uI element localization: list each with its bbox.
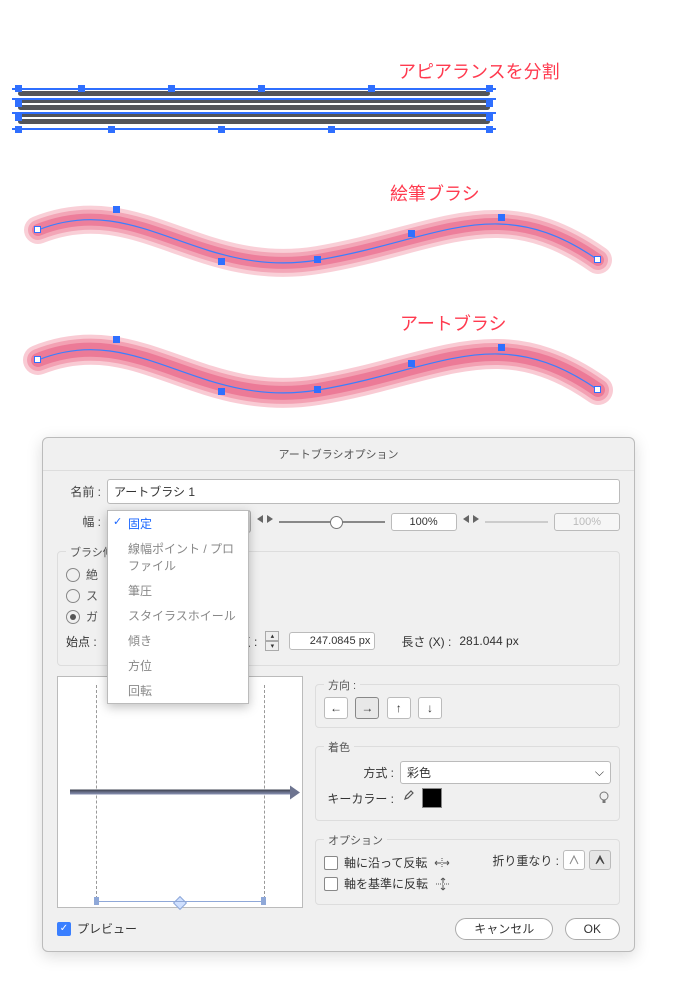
direction-label: 方向 : xyxy=(324,677,360,693)
start-label: 始点 : xyxy=(66,633,97,650)
overlap-label: 折り重なり : xyxy=(492,852,559,869)
method-label: 方式 : xyxy=(324,764,394,781)
dialog-title: アートブラシオプション xyxy=(43,438,634,471)
width-option-pressure[interactable]: 筆圧 xyxy=(108,578,248,603)
width-option-rotation[interactable]: 回転 xyxy=(108,678,248,703)
width-option-stylus-wheel[interactable]: スタイラスホイール xyxy=(108,603,248,628)
width-mode-dropdown: ✓ 固定 線幅ポイント / プロファイル 筆圧 スタイラスホイール 傾き 方位 … xyxy=(107,510,249,704)
eyedropper-icon[interactable] xyxy=(400,790,416,806)
check-icon: ✓ xyxy=(113,515,122,528)
direction-up-button[interactable]: ↑ xyxy=(387,697,411,719)
canvas-area: アピアランスを分割 絵筆ブラシ アートブラシ xyxy=(0,0,673,430)
flip-across-label: 軸を基準に反転 xyxy=(344,875,428,892)
width-option-tilt[interactable]: 傾き xyxy=(108,628,248,653)
colorization-label: 着色 xyxy=(324,739,354,755)
direction-left-button[interactable]: ← xyxy=(324,697,348,719)
bristle-brush-sample xyxy=(18,200,628,310)
width-option-profile[interactable]: 線幅ポイント / プロファイル xyxy=(108,536,248,578)
flip-across-checkbox[interactable] xyxy=(324,877,338,891)
direction-right-button[interactable]: → xyxy=(355,697,379,719)
preview-label: プレビュー xyxy=(77,920,137,937)
colorization-method-select[interactable]: 彩色 ⌵ xyxy=(400,761,611,784)
end-input[interactable]: 247.0845 px xyxy=(289,632,375,650)
width-label: 幅 : xyxy=(57,513,107,530)
options-label: オプション xyxy=(324,832,387,848)
flip-icon-left xyxy=(257,515,273,529)
tip-icon[interactable] xyxy=(597,791,611,805)
keycolor-swatch[interactable] xyxy=(422,788,442,808)
end-stepper[interactable]: ▴▾ xyxy=(265,631,279,651)
chevron-down-icon: ⌵ xyxy=(595,765,604,780)
width-percent-input[interactable]: 100% xyxy=(391,513,457,531)
keycolor-label: キーカラー : xyxy=(324,790,394,807)
width-percent-disabled: 100% xyxy=(554,513,620,531)
cancel-button[interactable]: キャンセル xyxy=(455,918,553,940)
overlap-off-button[interactable] xyxy=(563,850,585,870)
length-label: 長さ (X) : xyxy=(401,633,451,650)
expanded-stroke-sample xyxy=(18,88,490,133)
direction-down-button[interactable]: ↓ xyxy=(418,697,442,719)
flip-along-checkbox[interactable] xyxy=(324,856,338,870)
width-option-bearing[interactable]: 方位 xyxy=(108,653,248,678)
annotation-expand-appearance: アピアランスを分割 xyxy=(398,58,560,84)
art-brush-options-dialog: アートブラシオプション 名前 : アートブラシ 1 幅 : 固定 ⌵ ✓ 固定 … xyxy=(42,437,635,952)
name-label: 名前 : xyxy=(57,483,107,500)
flip-along-icon xyxy=(433,856,451,870)
flip-along-label: 軸に沿って反転 xyxy=(344,854,427,871)
width-slider[interactable] xyxy=(279,521,385,523)
width-option-fixed[interactable]: ✓ 固定 xyxy=(108,511,248,536)
overlap-on-button[interactable] xyxy=(589,850,611,870)
brush-preview xyxy=(57,676,303,908)
flip-across-icon xyxy=(434,877,452,891)
name-input[interactable]: アートブラシ 1 xyxy=(107,479,620,504)
length-value: 281.044 px xyxy=(459,634,518,648)
ok-button[interactable]: OK xyxy=(565,918,620,940)
art-brush-sample xyxy=(18,330,628,440)
preview-checkbox[interactable] xyxy=(57,922,71,936)
flip-icon-right xyxy=(463,515,479,529)
